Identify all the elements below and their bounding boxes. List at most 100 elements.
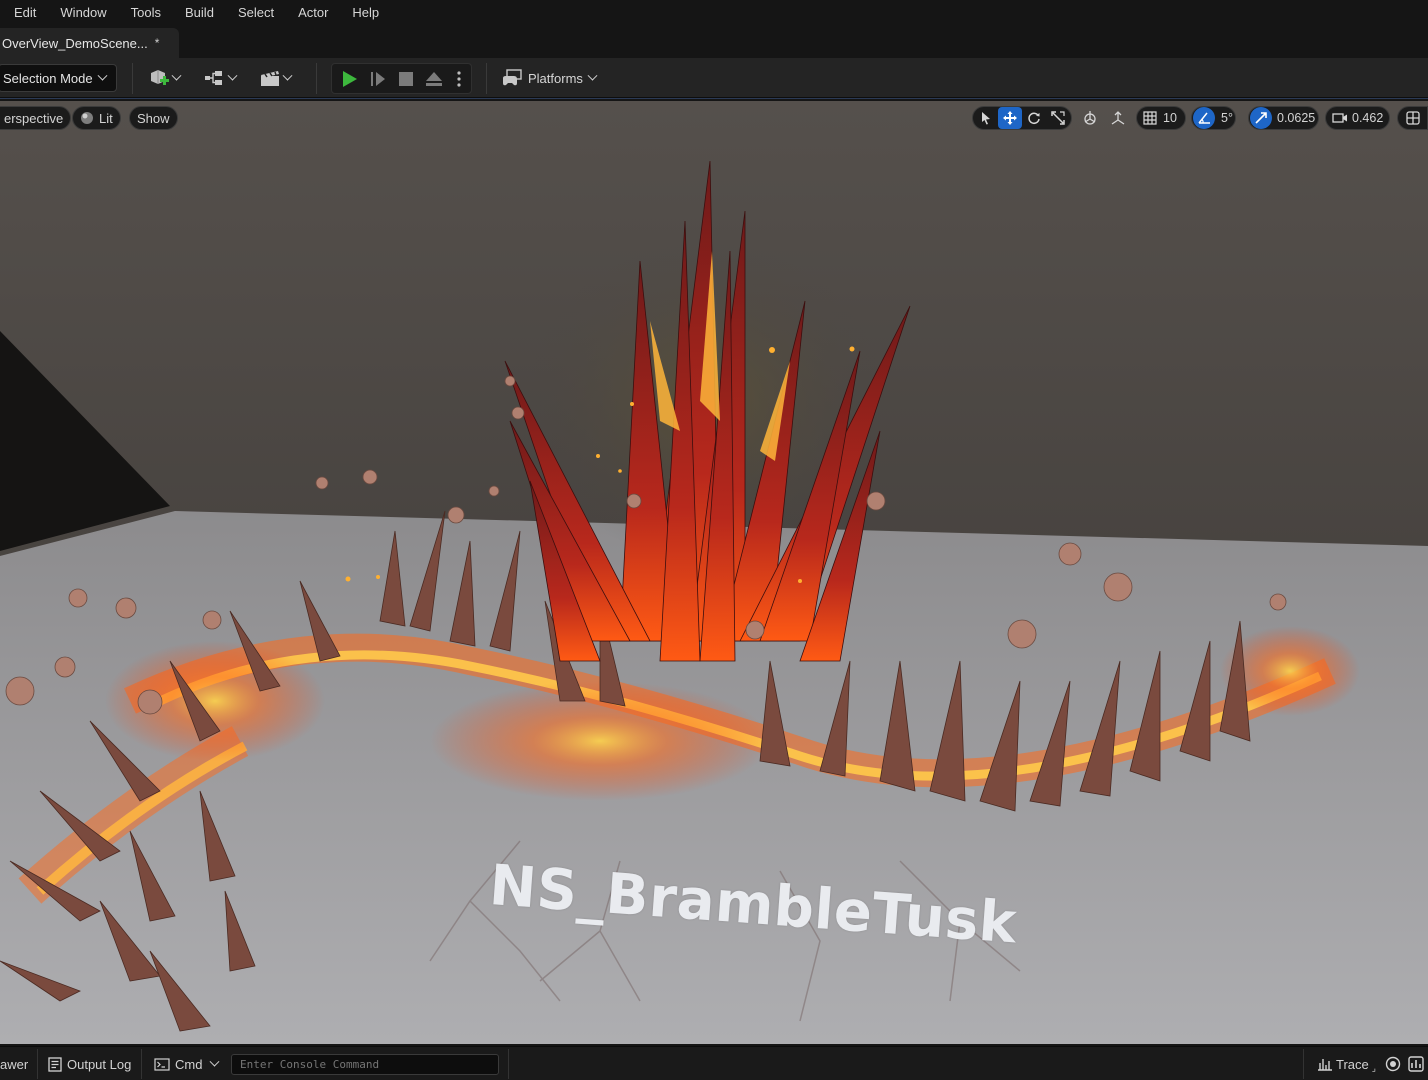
content-drawer-label: awer xyxy=(0,1056,29,1072)
source-control-button[interactable] xyxy=(1408,1047,1424,1080)
derived-data-button[interactable] xyxy=(1385,1047,1401,1080)
perspective-label: erspective xyxy=(4,110,64,126)
cinematics-button[interactable] xyxy=(259,66,293,90)
status-divider xyxy=(141,1049,142,1079)
lit-label: Lit xyxy=(99,110,113,126)
surface-snapping-button[interactable] xyxy=(1106,107,1130,129)
menu-window[interactable]: Window xyxy=(48,1,118,25)
add-actor-icon xyxy=(151,70,169,85)
viewport-layout-button[interactable] xyxy=(1397,106,1428,130)
main-toolbar: Selection Mode Platforms xyxy=(0,58,1428,99)
rotate-icon xyxy=(1028,112,1040,125)
layout-icon xyxy=(1405,111,1420,125)
selection-mode-dropdown[interactable]: Selection Mode xyxy=(0,64,117,92)
console-icon xyxy=(154,1057,170,1071)
platforms-button[interactable]: Platforms xyxy=(502,66,598,90)
rotate-tool[interactable] xyxy=(1022,107,1046,129)
output-log-button[interactable]: Output Log xyxy=(48,1047,131,1080)
document-tab-bar: OverView_DemoScene... * xyxy=(0,26,1428,58)
perspective-view-button[interactable]: erspective xyxy=(0,106,72,130)
blueprint-button[interactable] xyxy=(204,66,238,90)
menu-help[interactable]: Help xyxy=(340,1,391,25)
toolbar-divider xyxy=(132,63,133,94)
chevron-down-icon xyxy=(210,1056,220,1067)
platforms-label: Platforms xyxy=(528,70,583,86)
rotation-snap-control[interactable]: 5° xyxy=(1191,106,1236,130)
status-divider xyxy=(37,1049,38,1079)
chevron-down-icon xyxy=(171,70,182,81)
output-log-label: Output Log xyxy=(67,1056,132,1072)
more-options-icon[interactable] xyxy=(456,70,462,88)
coordinate-system-button[interactable] xyxy=(1078,107,1102,129)
platforms-icon xyxy=(503,69,522,86)
menu-bar: Edit Window Tools Build Select Actor Hel… xyxy=(0,0,1428,26)
stop-icon[interactable] xyxy=(396,69,416,89)
camera-icon xyxy=(1332,113,1347,123)
trace-button[interactable]: Trace ⌟ xyxy=(1317,1047,1376,1080)
scale-snap-value: 0.0625 xyxy=(1277,111,1316,125)
menu-edit[interactable]: Edit xyxy=(0,1,48,25)
toolbar-divider xyxy=(486,63,487,94)
chevron-down-icon xyxy=(587,70,598,81)
advance-frame-icon[interactable] xyxy=(368,69,388,89)
rotation-snap-toggle[interactable] xyxy=(1193,107,1215,129)
status-divider xyxy=(1303,1049,1304,1079)
menu-actor[interactable]: Actor xyxy=(286,1,340,25)
camera-speed-value: 0.462 xyxy=(1352,111,1384,125)
show-flags-button[interactable]: Show xyxy=(129,106,178,130)
menu-tools[interactable]: Tools xyxy=(119,1,173,25)
level-tab[interactable]: OverView_DemoScene... * xyxy=(0,28,179,58)
derived-data-icon xyxy=(1385,1056,1401,1072)
console-command-input[interactable] xyxy=(231,1054,499,1075)
status-divider xyxy=(508,1049,509,1079)
scale-snap-icon xyxy=(1255,112,1267,124)
blueprint-icon xyxy=(205,71,222,85)
rotation-snap-value: 5° xyxy=(1221,111,1233,125)
output-log-icon xyxy=(48,1056,62,1072)
cinematics-icon xyxy=(261,71,279,86)
grid-icon xyxy=(1143,111,1157,125)
content-drawer-button[interactable]: awer xyxy=(0,1047,28,1080)
menu-select[interactable]: Select xyxy=(226,1,286,25)
trace-label: Trace xyxy=(1336,1056,1369,1072)
selection-mode-label: Selection Mode xyxy=(3,70,93,86)
show-label: Show xyxy=(137,110,170,126)
cursor-icon xyxy=(982,112,990,125)
surface-snap-icon xyxy=(1111,111,1125,125)
grid-snap-value: 10 xyxy=(1163,111,1177,125)
select-tool[interactable] xyxy=(974,107,998,129)
world-space-icon xyxy=(1084,111,1096,125)
lit-sphere-icon xyxy=(81,112,93,124)
unsaved-marker: * xyxy=(154,36,160,50)
camera-speed-control[interactable]: 0.462 xyxy=(1325,106,1390,130)
grid-snap-control[interactable]: 10 xyxy=(1136,106,1186,130)
chevron-down-icon xyxy=(282,70,293,81)
source-control-icon xyxy=(1408,1056,1424,1072)
eject-icon[interactable] xyxy=(424,69,444,89)
move-arrows-icon xyxy=(1003,111,1017,125)
scale-snap-toggle[interactable] xyxy=(1250,107,1272,129)
toolbar-accent-line xyxy=(0,98,1428,99)
transform-tools xyxy=(972,106,1072,130)
scale-icon xyxy=(1051,111,1065,125)
scale-snap-control[interactable]: 0.0625 xyxy=(1248,106,1319,130)
menu-build[interactable]: Build xyxy=(173,1,226,25)
level-tab-title: OverView_DemoScene... xyxy=(2,35,148,51)
translate-tool[interactable] xyxy=(998,107,1022,129)
level-viewport[interactable]: erspective Lit Show 10 5° 0.0625 0.462 N… xyxy=(0,101,1428,1044)
viewport-toolbar-right: 10 5° 0.0625 0.462 xyxy=(972,106,1428,130)
editor-window: Edit Window Tools Build Select Actor Hel… xyxy=(0,0,1428,1080)
scale-tool[interactable] xyxy=(1046,107,1070,129)
status-bar: awer Output Log Cmd Trace ⌟ xyxy=(0,1046,1428,1080)
play-icon[interactable] xyxy=(340,69,360,89)
trace-corner-arrow: ⌟ xyxy=(1371,1062,1376,1073)
cmd-label: Cmd xyxy=(175,1056,203,1072)
lit-mode-button[interactable]: Lit xyxy=(72,106,121,130)
angle-icon xyxy=(1198,112,1210,124)
chevron-down-icon xyxy=(227,70,238,81)
cmd-dropdown[interactable]: Cmd xyxy=(154,1047,220,1080)
play-controls xyxy=(331,63,472,94)
toolbar-divider xyxy=(316,63,317,94)
trace-icon xyxy=(1318,1059,1332,1071)
add-actor-button[interactable] xyxy=(148,66,182,90)
